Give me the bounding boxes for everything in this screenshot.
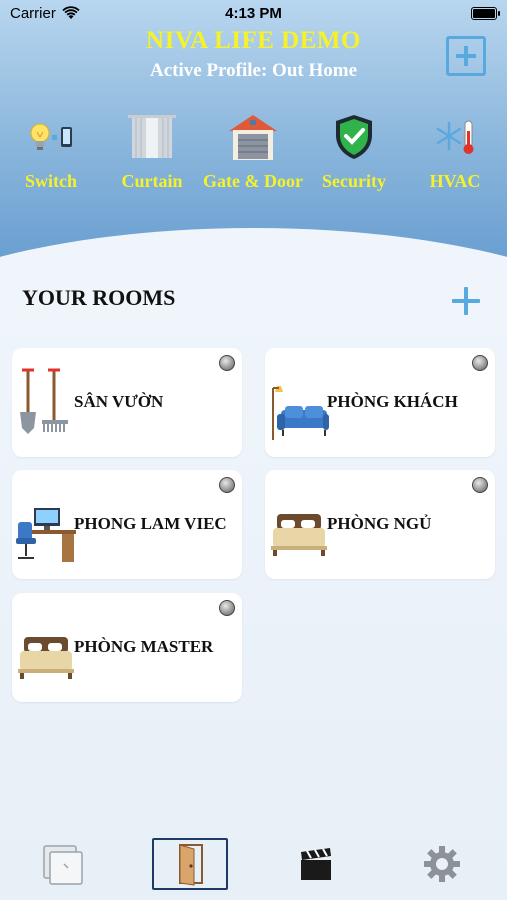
active-profile[interactable]: Active Profile: Out Home: [0, 60, 507, 82]
snowflake-thermometer-icon: [436, 120, 474, 154]
battery-icon: [471, 7, 500, 20]
category-switch[interactable]: Switch: [1, 105, 101, 195]
room-card-phong-ngu[interactable]: PHÒNG NGỦ: [265, 470, 495, 579]
bulb-switch-icon: [30, 123, 72, 150]
category-bar: Switch Curtain Gate & Door Security HVAC: [0, 105, 507, 195]
gear-icon: [424, 846, 460, 882]
room-card-phong-master[interactable]: PHÒNG MASTER: [12, 593, 242, 702]
room-label: PHONG LAM VIEC: [74, 514, 227, 533]
category-curtain[interactable]: Curtain: [102, 105, 202, 195]
rooms-section-title: YOUR ROOMS: [22, 285, 176, 310]
devices-icon: [43, 845, 83, 885]
add-device-button[interactable]: [446, 36, 486, 76]
bottom-tab-bar: [0, 830, 507, 900]
curtain-icon: [128, 115, 176, 158]
tab-scenes[interactable]: [278, 838, 354, 890]
shield-check-icon: [336, 115, 372, 159]
sofa-lamp-icon: [272, 386, 329, 440]
room-card-phong-lam-viec[interactable]: PHONG LAM VIEC: [12, 470, 242, 579]
room-status-indicator[interactable]: [472, 477, 488, 493]
room-status-indicator[interactable]: [472, 355, 488, 371]
bed-icon: [271, 514, 327, 556]
room-label: PHÒNG MASTER: [74, 637, 214, 656]
room-label: PHÒNG KHÁCH: [327, 392, 458, 411]
category-gate-door[interactable]: Gate & Door: [203, 105, 303, 195]
room-card-san-vuon[interactable]: SÂN VƯỜN: [12, 348, 242, 457]
room-status-indicator[interactable]: [219, 355, 235, 371]
category-label: HVAC: [429, 171, 481, 191]
garden-tools-icon: [20, 368, 68, 434]
room-status-indicator[interactable]: [219, 600, 235, 616]
category-security[interactable]: Security: [304, 105, 404, 195]
bed-icon: [18, 637, 74, 679]
room-card-phong-khach[interactable]: PHÒNG KHÁCH: [265, 348, 495, 457]
room-label: SÂN VƯỜN: [74, 392, 164, 411]
tab-rooms[interactable]: [152, 838, 228, 890]
door-icon: [179, 844, 203, 886]
category-hvac[interactable]: HVAC: [405, 105, 505, 195]
app-title: NIVA LIFE DEMO: [146, 27, 361, 54]
room-status-indicator[interactable]: [219, 477, 235, 493]
clapperboard-icon: [301, 848, 331, 880]
tab-settings[interactable]: [404, 838, 480, 890]
add-room-button[interactable]: [452, 287, 480, 315]
room-label: PHÒNG NGỦ: [327, 514, 432, 533]
office-desk-icon: [16, 508, 76, 562]
status-bar: Carrier 4:13 PM: [0, 0, 507, 28]
garage-icon: [229, 115, 277, 160]
tab-devices[interactable]: [26, 838, 102, 890]
clock: 4:13 PM: [225, 5, 282, 22]
